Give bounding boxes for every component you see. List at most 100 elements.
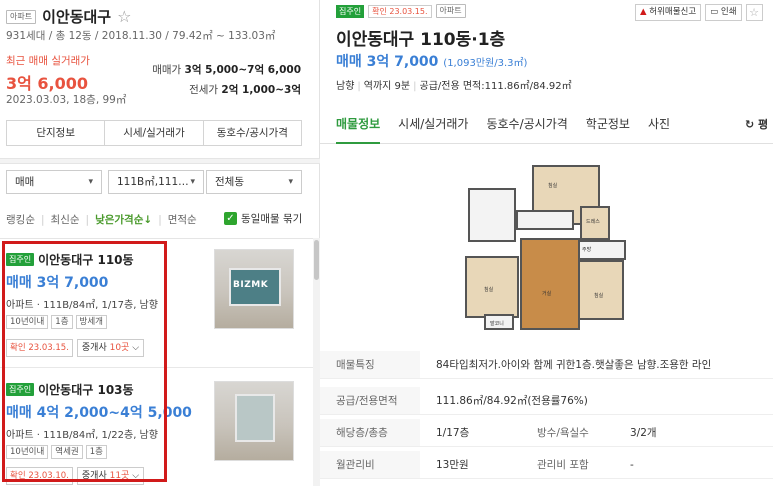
table-row: 공급/전용면적 111.86㎡/84.92㎡(전용률76%) bbox=[320, 387, 773, 415]
sort-ranking[interactable]: 랭킹순 bbox=[6, 212, 35, 227]
complex-name: 이안동대구 bbox=[42, 8, 112, 26]
sale-range-label: 매매가 bbox=[152, 64, 182, 76]
owner-badge: 집주인 bbox=[336, 4, 365, 18]
tab-school-info[interactable]: 학군정보 bbox=[586, 115, 630, 132]
sort-separator: | bbox=[40, 213, 45, 226]
tab-listing-info[interactable]: 매물정보 bbox=[336, 115, 381, 144]
area-select[interactable]: 111B㎡,111… ▾ bbox=[108, 170, 204, 194]
row-value: 1/17층 bbox=[436, 427, 470, 439]
row-value: 111.86㎡/84.92㎡(전용률76%) bbox=[436, 395, 588, 407]
checkbox-checked-icon[interactable]: ✓ bbox=[224, 212, 237, 225]
station-distance: 역까지 9분 bbox=[363, 81, 411, 92]
jeonse-range: 전세가 2억 1,000~3억 bbox=[189, 82, 301, 97]
dong-value: 전체동 bbox=[215, 176, 244, 188]
sort-low-price-label: 낮은가격순 bbox=[95, 214, 144, 226]
row-value: 13만원 bbox=[436, 459, 469, 471]
highlight-box bbox=[2, 241, 167, 482]
row-label: 공급/전용면적 bbox=[320, 387, 420, 414]
row-label: 월관리비 bbox=[320, 451, 420, 478]
listing-price: 매매 3억 7,000 (1,093만원/3.3㎡) bbox=[336, 51, 527, 71]
thumbnail-window bbox=[235, 394, 275, 442]
report-label: 허위매물신고 bbox=[649, 7, 697, 17]
row-value-2: - bbox=[630, 458, 634, 471]
room-label: 침실 bbox=[594, 293, 604, 299]
row-label: 매물특징 bbox=[320, 351, 420, 378]
detail-actions: ▲ 허위매물신고 ▭ 인쇄 ☆ bbox=[635, 4, 763, 21]
list-top-border bbox=[0, 238, 320, 239]
recent-trade-date: 2023.03.03, 18층, 99㎡ bbox=[6, 94, 127, 106]
direction: 남향 bbox=[336, 81, 355, 92]
sort-arrow-icon: ↓ bbox=[143, 214, 153, 226]
print-icon: ▭ bbox=[710, 7, 719, 17]
meta-separator: | bbox=[413, 81, 417, 92]
trade-type-select[interactable]: 매매 ▾ bbox=[6, 170, 102, 194]
tab-complex-info[interactable]: 단지정보 bbox=[7, 121, 106, 145]
room-label: 주방 bbox=[582, 247, 592, 253]
listing-title: 이안동대구 110동·1층 bbox=[336, 30, 506, 50]
refresh-button[interactable]: ↻ 평 bbox=[745, 116, 768, 132]
sort-latest[interactable]: 최신순 bbox=[51, 212, 80, 227]
dong-select[interactable]: 전체동 ▾ bbox=[206, 170, 302, 194]
detail-badges: 집주인 확인 23.03.15. 아파트 bbox=[336, 4, 466, 18]
tab-unit-price[interactable]: 동호수/공시가격 bbox=[204, 121, 301, 145]
table-row: 월관리비 13만원 관리비 포함 - bbox=[320, 451, 773, 479]
listing-thumbnail[interactable]: BIZMK bbox=[214, 249, 294, 329]
room-label: 드레스 bbox=[586, 219, 600, 225]
room-label: 침실 bbox=[484, 287, 494, 293]
complex-header: 아파트 이안동대구 ☆ bbox=[6, 6, 131, 27]
table-row: 해당층/총층 1/17층 방수/욕실수 3/2개 bbox=[320, 419, 773, 447]
apt-type-badge: 아파트 bbox=[435, 4, 466, 18]
row-label-2: 방수/욕실수 bbox=[537, 427, 589, 439]
favorite-star-icon[interactable]: ☆ bbox=[117, 8, 131, 25]
row-label: 해당층/총층 bbox=[320, 419, 420, 446]
confirm-badge: 확인 23.03.15. bbox=[368, 4, 432, 18]
row-value-2: 3/2개 bbox=[630, 427, 657, 439]
detail-tabs: 매물정보 시세/실거래가 동호수/공시가격 학군정보 사진 ↻ 평 bbox=[320, 104, 773, 144]
tab-photos[interactable]: 사진 bbox=[648, 115, 670, 132]
print-button[interactable]: ▭ 인쇄 bbox=[705, 4, 742, 21]
jeonse-range-value: 2억 1,000~3억 bbox=[221, 84, 301, 96]
row-value: 84타입최저가.아이와 함께 귀한1층.햇살좋은 남향.조용한 라인 bbox=[436, 359, 712, 371]
chevron-down-icon: ▾ bbox=[190, 177, 195, 187]
area-value: 111B㎡,111… bbox=[117, 176, 189, 188]
floorplan-room bbox=[578, 260, 624, 320]
listing-detail-panel: 집주인 확인 23.03.15. 아파트 ▲ 허위매물신고 ▭ 인쇄 ☆ 이안동… bbox=[320, 0, 773, 486]
room-label: 발코니 bbox=[490, 321, 504, 327]
recent-trade-price: 3억 6,000 bbox=[6, 74, 89, 93]
report-button[interactable]: ▲ 허위매물신고 bbox=[635, 4, 702, 21]
trade-type-value: 매매 bbox=[15, 176, 35, 188]
sort-area[interactable]: 면적순 bbox=[168, 212, 197, 227]
tab-price-history[interactable]: 시세/실거래가 bbox=[398, 115, 468, 132]
room-label: 거실 bbox=[542, 291, 552, 297]
floorplan-room bbox=[516, 210, 574, 230]
sale-range-value: 3억 5,000~7억 6,000 bbox=[184, 64, 301, 76]
listing-thumbnail[interactable] bbox=[214, 381, 294, 461]
sort-separator: | bbox=[158, 213, 162, 226]
tab-unit-price[interactable]: 동호수/공시가격 bbox=[486, 115, 567, 132]
tab-price-history[interactable]: 시세/실거래가 bbox=[105, 121, 204, 145]
area-info: 공급/전용 면적:111.86㎡/84.92㎡ bbox=[419, 81, 572, 92]
apt-type-badge: 아파트 bbox=[6, 9, 37, 24]
meta-separator: | bbox=[357, 81, 361, 92]
listing-meta: 남향 | 역까지 9분 | 공급/전용 면적:111.86㎡/84.92㎡ bbox=[336, 77, 572, 92]
group-check-label: 동일매물 묶기 bbox=[241, 213, 303, 225]
row-label-2: 관리비 포함 bbox=[537, 459, 589, 471]
room-label: 침실 bbox=[548, 183, 558, 189]
sort-low-price[interactable]: 낮은가격순↓ bbox=[95, 212, 152, 227]
floorplan-room bbox=[520, 238, 580, 330]
jeonse-range-label: 전세가 bbox=[189, 84, 219, 96]
scrollbar-thumb[interactable] bbox=[314, 240, 319, 280]
price-main: 매매 3억 7,000 bbox=[336, 54, 439, 70]
floorplan-image[interactable]: 침실 드레스 침실 거실 주방 침실 발코니 bbox=[460, 160, 640, 335]
thumbnail-watermark: BIZMK bbox=[233, 280, 269, 290]
sale-range: 매매가 3억 5,000~7억 6,000 bbox=[152, 62, 301, 77]
price-per-pyeong: (1,093만원/3.3㎡) bbox=[443, 58, 528, 69]
print-label: 인쇄 bbox=[720, 7, 737, 17]
sort-separator: | bbox=[85, 213, 90, 226]
complex-panel: 아파트 이안동대구 ☆ 931세대 / 총 12동 / 2018.11.30 /… bbox=[0, 0, 320, 486]
favorite-star-icon[interactable]: ☆ bbox=[745, 4, 763, 21]
group-same-listings[interactable]: ✓ 동일매물 묶기 bbox=[224, 211, 302, 226]
complex-tabs: 단지정보 시세/실거래가 동호수/공시가격 bbox=[6, 120, 302, 146]
floorplan-room bbox=[468, 188, 516, 242]
recent-trade-label: 최근 매매 실거래가 bbox=[6, 55, 90, 67]
